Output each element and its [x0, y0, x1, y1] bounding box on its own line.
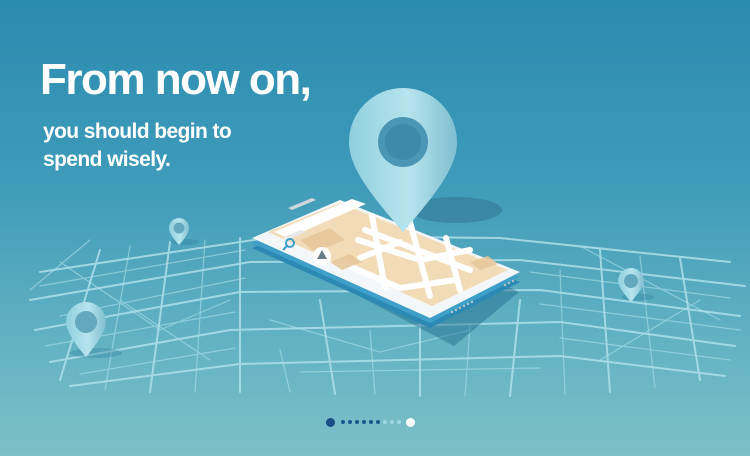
carousel-dot[interactable] [362, 420, 366, 424]
subheadline: you should begin to spend wisely. [43, 118, 232, 174]
hero-banner: From now on, you should begin to spend w… [0, 0, 750, 456]
carousel-dot-last[interactable] [406, 417, 415, 427]
subheadline-line-1: you should begin to [43, 120, 232, 143]
map-pin-icon [618, 268, 654, 302]
carousel-pagination [326, 416, 415, 428]
carousel-dot[interactable] [355, 420, 359, 424]
headline: From now on, [40, 55, 312, 104]
carousel-dot[interactable] [348, 420, 352, 424]
carousel-dot[interactable] [397, 420, 401, 424]
carousel-dot[interactable] [390, 420, 394, 424]
carousel-dot[interactable] [376, 420, 380, 424]
location-pin-icon [349, 88, 502, 232]
map-pin-icon [66, 302, 122, 358]
carousel-dot[interactable] [383, 420, 387, 424]
navigation-arrow-icon [313, 247, 331, 265]
carousel-dot-active[interactable] [326, 417, 335, 427]
subheadline-line-2: spend wisely. [43, 148, 171, 171]
carousel-dot[interactable] [369, 420, 373, 424]
map-pin-icon [169, 218, 199, 245]
carousel-dot[interactable] [341, 420, 345, 424]
